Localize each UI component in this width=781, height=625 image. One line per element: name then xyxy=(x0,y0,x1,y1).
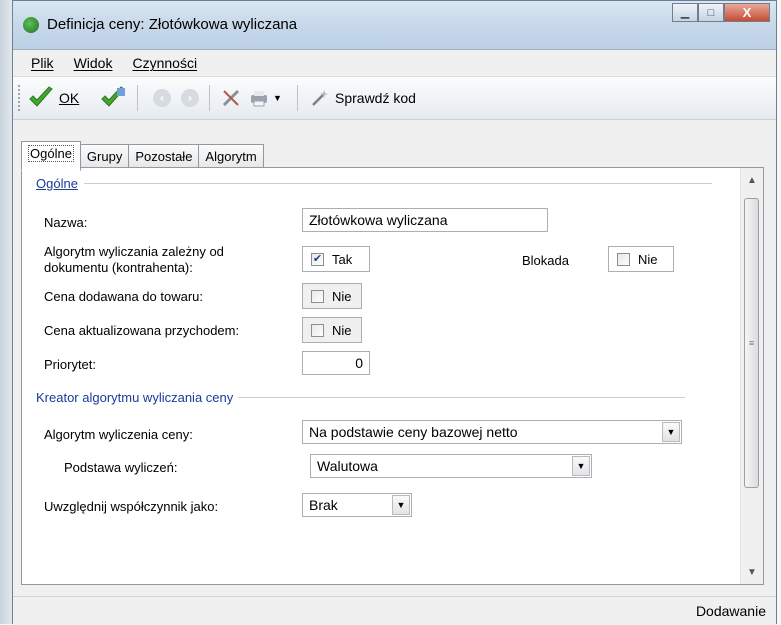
menu-czynnosci[interactable]: Czynności xyxy=(132,55,197,71)
printer-icon xyxy=(251,91,267,107)
algo-dependent-checkbox[interactable]: ✔ Tak xyxy=(302,246,370,272)
checkmark-icon xyxy=(29,86,53,107)
section-wizard-title: Kreator algorytmu wyliczania ceny xyxy=(36,390,234,405)
checkbox-unchecked-icon xyxy=(617,252,630,266)
basis-value: Walutowa xyxy=(317,458,378,474)
scroll-up-icon[interactable]: ▲ xyxy=(741,170,763,190)
algo-dependent-label-line2: dokumentu (kontrahenta): xyxy=(44,260,193,275)
forward-arrow-icon: › xyxy=(181,89,199,107)
check-code-button[interactable]: Sprawdź kod xyxy=(309,77,416,119)
window-title: Definicja ceny: Złotówkowa wyliczana xyxy=(47,16,298,33)
section-divider xyxy=(239,397,686,398)
toolbar-separator xyxy=(297,85,298,111)
updated-price-label: Cena aktualizowana przychodem: xyxy=(44,323,240,338)
lock-checkbox[interactable]: Nie xyxy=(608,246,674,272)
coef-label: Uwzględnij współczynnik jako: xyxy=(44,499,219,514)
menu-plik[interactable]: Plik xyxy=(31,55,54,71)
added-price-value: Nie xyxy=(332,288,352,304)
tab-ogolne[interactable]: Ogólne xyxy=(21,141,81,171)
checkbox-checked-icon: ✔ xyxy=(311,252,324,266)
title-bar[interactable]: Definicja ceny: Złotówkowa wyliczana ▁ □… xyxy=(13,1,776,50)
checkmark-plus-icon xyxy=(101,86,125,107)
chevron-down-icon[interactable]: ▼ xyxy=(572,456,590,476)
ok-and-new-button[interactable] xyxy=(99,77,127,119)
added-price-label: Cena dodawana do towaru: xyxy=(44,289,204,304)
name-label: Nazwa: xyxy=(44,215,88,230)
lock-label: Blokada xyxy=(522,253,569,268)
toolbar-grip[interactable] xyxy=(18,85,23,111)
vertical-scrollbar[interactable]: ▲ ≡ ▼ xyxy=(740,168,763,584)
algo-calc-select[interactable]: Na podstawie ceny bazowej netto ▼ xyxy=(302,420,682,444)
added-price-checkbox[interactable]: Nie xyxy=(302,283,362,309)
toolbar: OK ‹ › ▼ Sprawdź kod xyxy=(13,76,776,120)
section-wizard: Kreator algorytmu wyliczania ceny xyxy=(36,390,686,405)
chevron-down-icon[interactable]: ▼ xyxy=(662,422,680,442)
checkbox-unchecked-icon xyxy=(311,323,324,337)
basis-select[interactable]: Walutowa ▼ xyxy=(310,454,592,478)
updated-price-checkbox[interactable]: Nie xyxy=(302,317,362,343)
priority-input[interactable]: 0 xyxy=(302,351,370,375)
toolbar-separator xyxy=(209,85,210,111)
back-arrow-icon: ‹ xyxy=(153,89,171,107)
app-icon xyxy=(23,17,39,33)
coef-select[interactable]: Brak ▼ xyxy=(302,493,412,517)
priority-label: Priorytet: xyxy=(44,357,97,372)
tools-icon xyxy=(222,89,240,107)
ok-button[interactable]: OK xyxy=(27,77,79,119)
menu-widok[interactable]: Widok xyxy=(74,55,113,71)
check-code-label: Sprawdź kod xyxy=(335,90,416,106)
updated-price-value: Nie xyxy=(332,322,352,338)
coef-value: Brak xyxy=(309,497,338,513)
scroll-down-icon[interactable]: ▼ xyxy=(741,562,763,582)
checkbox-unchecked-icon xyxy=(311,289,324,303)
maximize-button[interactable]: □ xyxy=(698,3,724,22)
scroll-thumb[interactable]: ≡ xyxy=(744,198,759,488)
algo-calc-label: Algorytm wyliczenia ceny: xyxy=(44,427,193,442)
algo-calc-value: Na podstawie ceny bazowej netto xyxy=(309,424,518,440)
close-button[interactable]: X xyxy=(724,3,770,22)
print-button[interactable]: ▼ xyxy=(249,77,282,119)
tab-ogolne-label: Ogólne xyxy=(28,145,74,162)
back-button[interactable]: ‹ xyxy=(153,77,171,119)
status-bar: Dodawanie xyxy=(13,596,776,625)
section-general: Ogólne xyxy=(36,176,712,191)
tab-grupy[interactable]: Grupy xyxy=(79,144,130,169)
section-divider xyxy=(83,183,712,184)
section-general-title: Ogólne xyxy=(36,176,78,191)
tab-algorytm[interactable]: Algorytm xyxy=(198,144,264,169)
algo-dependent-label-line1: Algorytm wyliczania zależny od xyxy=(44,244,224,259)
toolbar-separator xyxy=(137,85,138,111)
lock-value: Nie xyxy=(638,251,658,267)
algo-dependent-value: Tak xyxy=(332,251,353,267)
form-content: Ogólne Nazwa: Złotówkowa wyliczana Algor… xyxy=(22,168,741,584)
ok-label: OK xyxy=(59,90,80,106)
minimize-button[interactable]: ▁ xyxy=(672,3,698,22)
name-input[interactable]: Złotówkowa wyliczana xyxy=(302,208,548,232)
basis-label: Podstawa wyliczeń: xyxy=(64,460,178,475)
print-dropdown-icon[interactable]: ▼ xyxy=(273,93,282,103)
status-mode: Dodawanie xyxy=(695,603,766,619)
tools-button[interactable] xyxy=(221,77,241,119)
menu-bar: Plik Widok Czynności xyxy=(13,50,776,76)
background-window-strip xyxy=(0,0,12,624)
forward-button[interactable]: › xyxy=(181,77,199,119)
tab-pozostale[interactable]: Pozostałe xyxy=(128,144,200,169)
magic-wand-icon xyxy=(312,90,328,106)
price-definition-window: Definicja ceny: Złotówkowa wyliczana ▁ □… xyxy=(12,0,777,625)
chevron-down-icon[interactable]: ▼ xyxy=(392,495,410,515)
tab-panel-general: Ogólne Nazwa: Złotówkowa wyliczana Algor… xyxy=(21,167,764,585)
